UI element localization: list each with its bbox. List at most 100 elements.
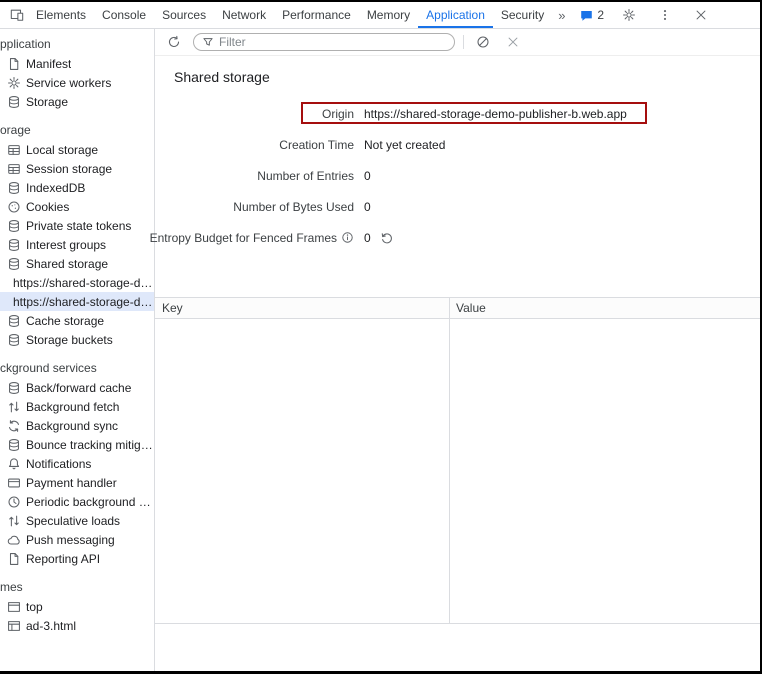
sidebar-item-payment-handler[interactable]: Payment handler (0, 473, 154, 492)
sidebar-item-label: IndexedDB (26, 181, 85, 195)
sidebar-item-back-forward-cache[interactable]: Back/forward cache (0, 378, 154, 397)
sidebar-item-label: Session storage (26, 162, 112, 176)
sidebar-item-label: Local storage (26, 143, 98, 157)
field-value: 0 (364, 169, 371, 183)
sidebar-item-notifications[interactable]: Notifications (0, 454, 154, 473)
delete-all-button[interactable] (472, 31, 494, 53)
sidebar-item-https-shared-storage-d[interactable]: https://shared-storage-d… (0, 273, 154, 292)
sidebar-item-manifest[interactable]: Manifest (0, 54, 154, 73)
sidebar-item-background-fetch[interactable]: Background fetch (0, 397, 154, 416)
database-icon (7, 219, 21, 233)
field-row-entropy-budget-for-fenced-frames: Entropy Budget for Fenced Frames0 (155, 222, 760, 253)
cookie-icon (7, 200, 21, 214)
sidebar-item-label: Service workers (26, 76, 111, 90)
table-body-empty (155, 319, 760, 623)
sync-icon (7, 419, 21, 433)
sidebar-item-service-workers[interactable]: Service workers (0, 73, 154, 92)
tab-console[interactable]: Console (94, 2, 154, 28)
cloud-icon (7, 533, 21, 547)
sidebar-item-label: https://shared-storage-d… (13, 276, 152, 290)
table-header-row: Key Value (155, 298, 760, 319)
column-divider (449, 298, 450, 623)
application-sidebar-tree: pplicationManifest Service workers Storage… (0, 29, 155, 671)
clock-icon (7, 495, 21, 509)
more-tabs-button[interactable]: » (552, 2, 571, 28)
sidebar-section-header: ckground services (0, 359, 154, 378)
main-menu-button[interactable] (654, 4, 676, 26)
column-header-key[interactable]: Key (155, 298, 449, 318)
sidebar-item-ad-3-html[interactable]: ad-3.html (0, 616, 154, 635)
sidebar-item-cache-storage[interactable]: Cache storage (0, 311, 154, 330)
sidebar-item-local-storage[interactable]: Local storage (0, 140, 154, 159)
field-row-number-of-entries: Number of Entries 0 (155, 160, 760, 191)
settings-button[interactable] (618, 4, 640, 26)
sidebar-item-cookies[interactable]: Cookies (0, 197, 154, 216)
sidebar-item-reporting-api[interactable]: Reporting API (0, 549, 154, 568)
tab-memory[interactable]: Memory (359, 2, 418, 28)
panel-tabs: ElementsConsoleSourcesNetworkPerformance… (28, 2, 552, 28)
sidebar-item-background-sync[interactable]: Background sync (0, 416, 154, 435)
reset-budget-icon[interactable] (380, 231, 394, 245)
sidebar-section: orage Local storage Session storage Indexed… (0, 121, 154, 349)
tab-security[interactable]: Security (493, 2, 552, 28)
issues-badge[interactable]: 2 (580, 8, 604, 22)
sidebar-item-label: Payment handler (26, 476, 117, 490)
refresh-icon (167, 35, 181, 49)
sidebar-item-bounce-tracking-mitiga[interactable]: Bounce tracking mitiga… (0, 435, 154, 454)
database-icon (7, 333, 21, 347)
refresh-button[interactable] (163, 31, 185, 53)
tab-sources[interactable]: Sources (154, 2, 214, 28)
close-devtools-button[interactable] (690, 4, 712, 26)
sidebar-section-header: pplication (0, 35, 154, 54)
kebab-icon (658, 8, 672, 22)
sidebar-item-shared-storage[interactable]: Shared storage (0, 254, 154, 273)
sidebar-item-speculative-loads[interactable]: Speculative loads (0, 511, 154, 530)
tab-performance[interactable]: Performance (274, 2, 359, 28)
sidebar-item-label: Notifications (26, 457, 91, 471)
toggle-device-toolbar-button[interactable] (6, 4, 28, 26)
close-icon (694, 8, 708, 22)
column-header-value[interactable]: Value (449, 298, 760, 318)
field-label-text: Number of Entries (257, 169, 354, 183)
shared-storage-panel: Filter Shared storage Originhttps://shar… (155, 29, 760, 671)
sidebar-item-top[interactable]: top (0, 597, 154, 616)
sidebar-item-storage[interactable]: Storage (0, 92, 154, 111)
sidebar-item-session-storage[interactable]: Session storage (0, 159, 154, 178)
devtools-body: pplicationManifest Service workers Storage… (0, 29, 760, 671)
field-label: Number of Bytes Used (155, 200, 354, 214)
delete-selected-button[interactable] (502, 31, 524, 53)
field-value: 0 (364, 200, 371, 214)
sidebar-item-interest-groups[interactable]: Interest groups (0, 235, 154, 254)
tab-application[interactable]: Application (418, 2, 493, 28)
clear-x-icon (506, 35, 520, 49)
issues-count: 2 (597, 8, 604, 22)
gear-icon (622, 8, 636, 22)
sidebar-item-storage-buckets[interactable]: Storage buckets (0, 330, 154, 349)
worker-icon (7, 76, 21, 90)
tab-elements[interactable]: Elements (28, 2, 94, 28)
field-label-text: Creation Time (279, 138, 354, 152)
sidebar-item-label: top (26, 600, 43, 614)
sidebar-item-https-shared-storage-d[interactable]: https://shared-storage-d… (0, 292, 154, 311)
tab-network[interactable]: Network (214, 2, 274, 28)
updown-icon (7, 514, 21, 528)
sidebar-item-indexeddb[interactable]: IndexedDB (0, 178, 154, 197)
messages-icon (580, 9, 593, 22)
tabbar-actions: 2 (580, 4, 760, 26)
sidebar-item-private-state-tokens[interactable]: Private state tokens (0, 216, 154, 235)
updown-icon (7, 400, 21, 414)
devtools-window: ElementsConsoleSourcesNetworkPerformance… (0, 0, 762, 674)
field-value: Not yet created (364, 138, 445, 152)
field-label-text: Origin (322, 107, 354, 121)
filter-input[interactable]: Filter (193, 33, 455, 51)
sidebar-item-label: Cache storage (26, 314, 104, 328)
info-icon[interactable] (341, 231, 354, 244)
sidebar-section-header: orage (0, 121, 154, 140)
sidebar-item-push-messaging[interactable]: Push messaging (0, 530, 154, 549)
field-label-text: Number of Bytes Used (233, 200, 354, 214)
sidebar-item-label: Storage buckets (26, 333, 113, 347)
sidebar-item-label: Push messaging (26, 533, 115, 547)
bell-icon (7, 457, 21, 471)
page-icon (7, 552, 21, 566)
sidebar-item-periodic-background-s[interactable]: Periodic background s… (0, 492, 154, 511)
